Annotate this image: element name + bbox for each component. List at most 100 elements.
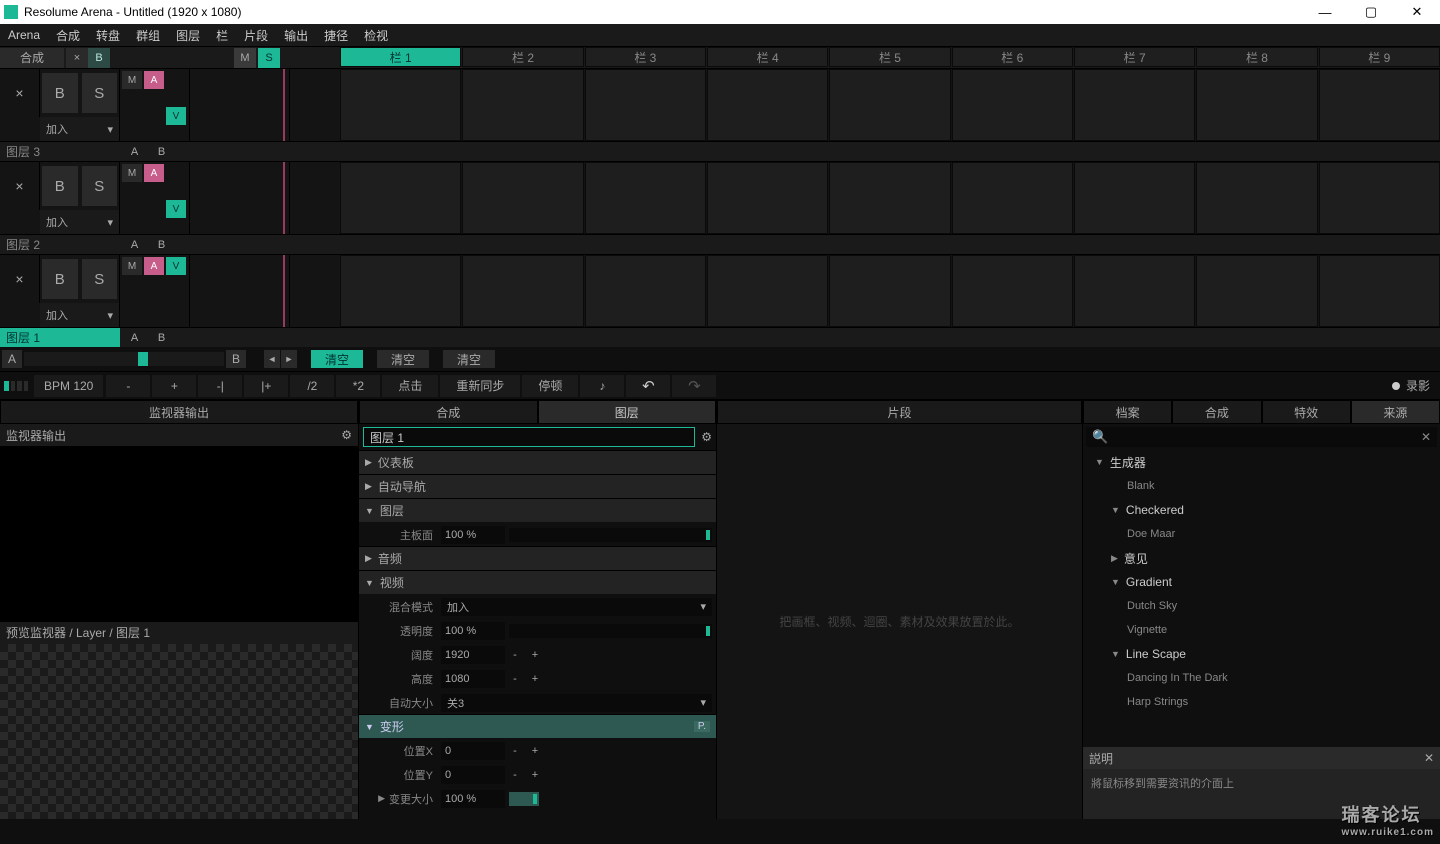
menu-output[interactable]: 输出 <box>284 27 308 44</box>
clip-cell[interactable] <box>952 69 1073 141</box>
search-clear-icon[interactable]: ✕ <box>1421 430 1431 444</box>
menu-composition[interactable]: 合成 <box>56 27 80 44</box>
layer-blend-select[interactable]: 加入▾ <box>40 303 119 327</box>
rtab-files[interactable]: 档案 <box>1083 400 1172 424</box>
menu-arena[interactable]: Arena <box>8 28 40 42</box>
bpm-nudge-right-button[interactable]: |+ <box>244 375 288 397</box>
bpm-value[interactable]: BPM 120 <box>34 375 103 397</box>
layer-opacity-fader[interactable] <box>190 162 290 234</box>
layer-solo-button[interactable]: S <box>82 73 118 113</box>
record-button[interactable]: 录影 <box>1406 377 1430 394</box>
clip-cell[interactable] <box>1196 255 1317 327</box>
rtab-sources[interactable]: 来源 <box>1351 400 1440 424</box>
layer-v-button[interactable]: V <box>166 257 186 275</box>
layer-m-button[interactable]: M <box>122 164 142 182</box>
tree-item[interactable]: Dancing In The Dark <box>1083 666 1440 690</box>
bpm-half-button[interactable]: /2 <box>290 375 334 397</box>
column-3[interactable]: 栏 3 <box>585 47 706 67</box>
scale-value[interactable]: 100 % <box>441 790 505 808</box>
clip-cell[interactable] <box>1319 162 1440 234</box>
posx-plus[interactable]: + <box>525 745 545 757</box>
maximize-button[interactable]: ▢ <box>1348 0 1394 24</box>
layer-xfader-b[interactable]: B <box>149 328 174 347</box>
scale-label[interactable]: ▶变更大小 <box>359 791 441 807</box>
clip-cell[interactable] <box>340 255 461 327</box>
rtab-compositions[interactable]: 合成 <box>1172 400 1261 424</box>
column-9[interactable]: 栏 9 <box>1319 47 1440 67</box>
column-8[interactable]: 栏 8 <box>1196 47 1317 67</box>
clip-cell[interactable] <box>707 162 828 234</box>
menu-group[interactable]: 群组 <box>136 27 160 44</box>
layer-blend-select[interactable]: 加入▾ <box>40 210 119 234</box>
layer-v-button[interactable]: V <box>166 200 186 218</box>
width-minus[interactable]: - <box>505 649 525 661</box>
layer-xfader-b[interactable]: B <box>149 142 174 161</box>
redo-button[interactable]: ↷ <box>672 375 716 397</box>
master-slider[interactable] <box>509 528 712 542</box>
props-tab-composition[interactable]: 合成 <box>359 400 538 424</box>
tree-item[interactable]: Harp Strings <box>1083 690 1440 714</box>
autosize-select[interactable]: 关3▾ <box>441 694 712 712</box>
clip-cell[interactable] <box>1319 255 1440 327</box>
close-button[interactable]: ✕ <box>1394 0 1440 24</box>
bpm-tap-button[interactable]: 点击 <box>382 375 438 397</box>
layer-settings-icon[interactable]: ⚙ <box>701 430 712 444</box>
tree-item[interactable]: ▶意见 <box>1083 546 1440 570</box>
props-tab-layer[interactable]: 图层 <box>538 400 717 424</box>
section-transform[interactable]: ▼变形P. <box>359 714 716 738</box>
bpm-pause-button[interactable]: 停顿 <box>522 375 578 397</box>
xfader-next-button[interactable]: ► <box>281 350 297 368</box>
column-6[interactable]: 栏 6 <box>952 47 1073 67</box>
layer-name-label[interactable]: 图层 1 <box>0 328 120 347</box>
layer-a-button[interactable]: A <box>144 71 164 89</box>
section-layer[interactable]: ▼图层 <box>359 498 716 522</box>
height-minus[interactable]: - <box>505 673 525 685</box>
clip-cell[interactable] <box>340 69 461 141</box>
section-dashboard[interactable]: ▶仪表板 <box>359 450 716 474</box>
height-value[interactable]: 1080 <box>441 670 505 688</box>
column-7[interactable]: 栏 7 <box>1074 47 1195 67</box>
tree-item[interactable]: ▼Checkered <box>1083 498 1440 522</box>
clip-cell[interactable] <box>707 255 828 327</box>
composition-close-button[interactable]: × <box>66 48 88 68</box>
column-5[interactable]: 栏 5 <box>829 47 950 67</box>
layer-solo-button[interactable]: S <box>82 259 118 299</box>
column-2[interactable]: 栏 2 <box>462 47 583 67</box>
posx-minus[interactable]: - <box>505 745 525 757</box>
clip-cell[interactable] <box>707 69 828 141</box>
clip-cell[interactable] <box>952 255 1073 327</box>
posx-value[interactable]: 0 <box>441 742 505 760</box>
tree-item[interactable]: Blank <box>1083 474 1440 498</box>
clip-cell[interactable] <box>952 162 1073 234</box>
layer-xfader-a[interactable]: A <box>122 235 147 254</box>
width-value[interactable]: 1920 <box>441 646 505 664</box>
layer-bypass-button[interactable]: B <box>42 259 78 299</box>
clip-cell[interactable] <box>829 162 950 234</box>
clip-tab[interactable]: 片段 <box>717 400 1082 424</box>
clip-cell[interactable] <box>1074 162 1195 234</box>
clip-cell[interactable] <box>1074 69 1195 141</box>
width-plus[interactable]: + <box>525 649 545 661</box>
menu-view[interactable]: 检视 <box>364 27 388 44</box>
column-1[interactable]: 栏 1 <box>340 47 461 67</box>
clip-cell[interactable] <box>585 255 706 327</box>
opacity-slider[interactable] <box>509 624 712 638</box>
clear-button-3[interactable]: 清空 <box>443 350 495 368</box>
xfader-slider[interactable] <box>24 352 224 366</box>
clip-drop-area[interactable]: 把画框、视频、迴圈、素材及效果放置於此。 <box>717 424 1082 819</box>
xfader-b-button[interactable]: B <box>226 350 246 368</box>
tree-item[interactable]: Vignette <box>1083 618 1440 642</box>
metronome-icon[interactable]: ♪ <box>580 375 624 397</box>
tree-item[interactable]: Dutch Sky <box>1083 594 1440 618</box>
tree-item[interactable]: ▼Line Scape <box>1083 642 1440 666</box>
blend-mode-select[interactable]: 加入▾ <box>441 598 712 616</box>
rtab-effects[interactable]: 特效 <box>1262 400 1351 424</box>
layer-xfader-b[interactable]: B <box>149 235 174 254</box>
composition-solo-button[interactable]: S <box>258 48 280 68</box>
bpm-plus-button[interactable]: + <box>152 375 196 397</box>
menu-deck[interactable]: 转盘 <box>96 27 120 44</box>
section-video[interactable]: ▼视频 <box>359 570 716 594</box>
monitor-settings-icon[interactable]: ⚙ <box>341 428 352 442</box>
menu-layer[interactable]: 图层 <box>176 27 200 44</box>
menu-shortcuts[interactable]: 捷径 <box>324 27 348 44</box>
